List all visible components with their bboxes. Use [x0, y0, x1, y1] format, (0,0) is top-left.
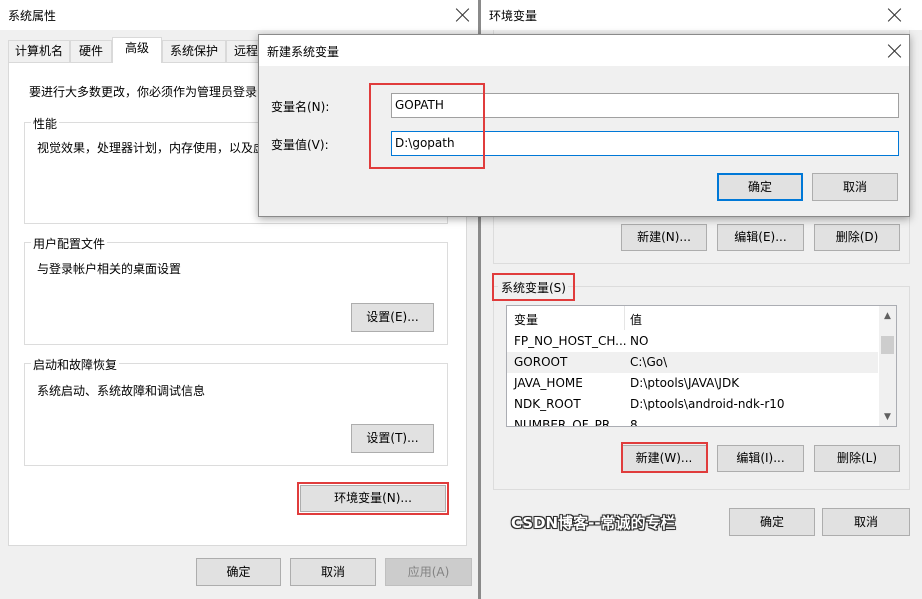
row-value: NO	[630, 334, 649, 348]
scroll-down-icon[interactable]: ▼	[879, 409, 896, 426]
column-header-variable[interactable]: 变量	[514, 311, 538, 328]
variable-name-label: 变量名(N):	[271, 100, 330, 114]
close-icon[interactable]	[455, 7, 471, 23]
scroll-thumb[interactable]	[881, 336, 894, 354]
system-properties-title: 系统属性	[8, 9, 57, 23]
new-var-title: 新建系统变量	[267, 45, 340, 59]
startup-recovery-desc: 系统启动、系统故障和调试信息	[37, 384, 206, 398]
tab-system-protection[interactable]: 系统保护	[162, 40, 226, 62]
user-var-delete-button[interactable]: 删除(D)	[814, 224, 900, 251]
system-variables-highlight	[492, 273, 575, 301]
new-var-titlebar: 新建系统变量	[259, 35, 909, 66]
system-properties-ok-button[interactable]: 确定	[196, 558, 281, 586]
row-variable: JAVA_HOME	[514, 376, 583, 390]
system-var-delete-button[interactable]: 删除(L)	[814, 445, 900, 472]
list-header: 变量 值	[507, 308, 896, 330]
admin-note: 要进行大多数更改，你必须作为管理员登录	[29, 85, 258, 99]
name-value-highlight	[369, 83, 485, 169]
row-variable: FP_NO_HOST_CH...	[514, 334, 627, 348]
table-row[interactable]: JAVA_HOME D:\ptools\JAVA\JDK	[507, 373, 896, 394]
row-value: 8	[630, 418, 638, 427]
env-button-highlight	[297, 482, 449, 515]
tab-hardware[interactable]: 硬件	[70, 40, 112, 62]
new-system-variable-dialog: 新建系统变量 变量名(N): GOPATH 变量值(V): D:\gopath …	[258, 34, 910, 217]
user-profiles-desc: 与登录帐户相关的桌面设置	[37, 262, 182, 276]
user-profiles-group: 用户配置文件 与登录帐户相关的桌面设置 设置(E)...	[24, 235, 448, 345]
new-var-ok-button[interactable]: 确定	[717, 173, 803, 201]
system-var-edit-button[interactable]: 编辑(I)...	[717, 445, 804, 472]
user-profiles-title: 用户配置文件	[31, 235, 108, 252]
user-var-edit-button[interactable]: 编辑(E)...	[717, 224, 804, 251]
watermark: CSDN博客--常诚的专栏	[511, 514, 676, 532]
startup-recovery-title: 启动和故障恢复	[31, 356, 120, 373]
table-row[interactable]: GOROOT C:\Go\	[507, 352, 878, 373]
system-properties-apply-button[interactable]: 应用(A)	[385, 558, 472, 586]
new-var-cancel-button[interactable]: 取消	[812, 173, 898, 201]
scroll-up-icon[interactable]: ▲	[879, 308, 896, 325]
row-variable: NDK_ROOT	[514, 397, 581, 411]
close-icon[interactable]	[887, 7, 903, 23]
system-variables-list[interactable]: 变量 值 FP_NO_HOST_CH... NO GOROOT C:\Go\ J…	[506, 305, 897, 427]
startup-recovery-group: 启动和故障恢复 系统启动、系统故障和调试信息 设置(T)...	[24, 356, 448, 466]
column-header-value[interactable]: 值	[630, 311, 642, 328]
row-value: D:\ptools\JAVA\JDK	[630, 376, 740, 390]
row-variable: NUMBER_OF_PR...	[514, 418, 622, 427]
close-icon[interactable]	[887, 43, 903, 59]
performance-desc: 视觉效果，处理器计划，内存使用，以及虚	[37, 141, 266, 155]
system-new-highlight	[621, 442, 708, 473]
list-scrollbar[interactable]: ▲ ▼	[879, 306, 896, 426]
table-row[interactable]: NDK_ROOT D:\ptools\android-ndk-r10	[507, 394, 896, 415]
row-variable: GOROOT	[514, 355, 568, 369]
env-vars-cancel-button[interactable]: 取消	[822, 508, 910, 536]
row-value: C:\Go\	[630, 355, 668, 369]
tab-advanced[interactable]: 高级	[112, 37, 162, 63]
variable-value-label: 变量值(V):	[271, 138, 329, 152]
system-properties-titlebar: 系统属性	[0, 0, 478, 30]
env-vars-title: 环境变量	[489, 9, 538, 23]
table-row[interactable]: FP_NO_HOST_CH... NO	[507, 331, 896, 352]
table-row[interactable]: NUMBER_OF_PR... 8	[507, 415, 896, 427]
column-divider	[624, 306, 625, 330]
user-var-new-button[interactable]: 新建(N)...	[621, 224, 707, 251]
startup-recovery-settings-button[interactable]: 设置(T)...	[351, 424, 434, 453]
tab-computer-name[interactable]: 计算机名	[8, 40, 70, 62]
row-value: D:\ptools\android-ndk-r10	[630, 397, 785, 411]
env-vars-titlebar: 环境变量	[481, 0, 922, 30]
system-properties-cancel-button[interactable]: 取消	[290, 558, 376, 586]
env-vars-ok-button[interactable]: 确定	[729, 508, 815, 536]
performance-title: 性能	[31, 115, 60, 132]
user-profiles-settings-button[interactable]: 设置(E)...	[351, 303, 434, 332]
